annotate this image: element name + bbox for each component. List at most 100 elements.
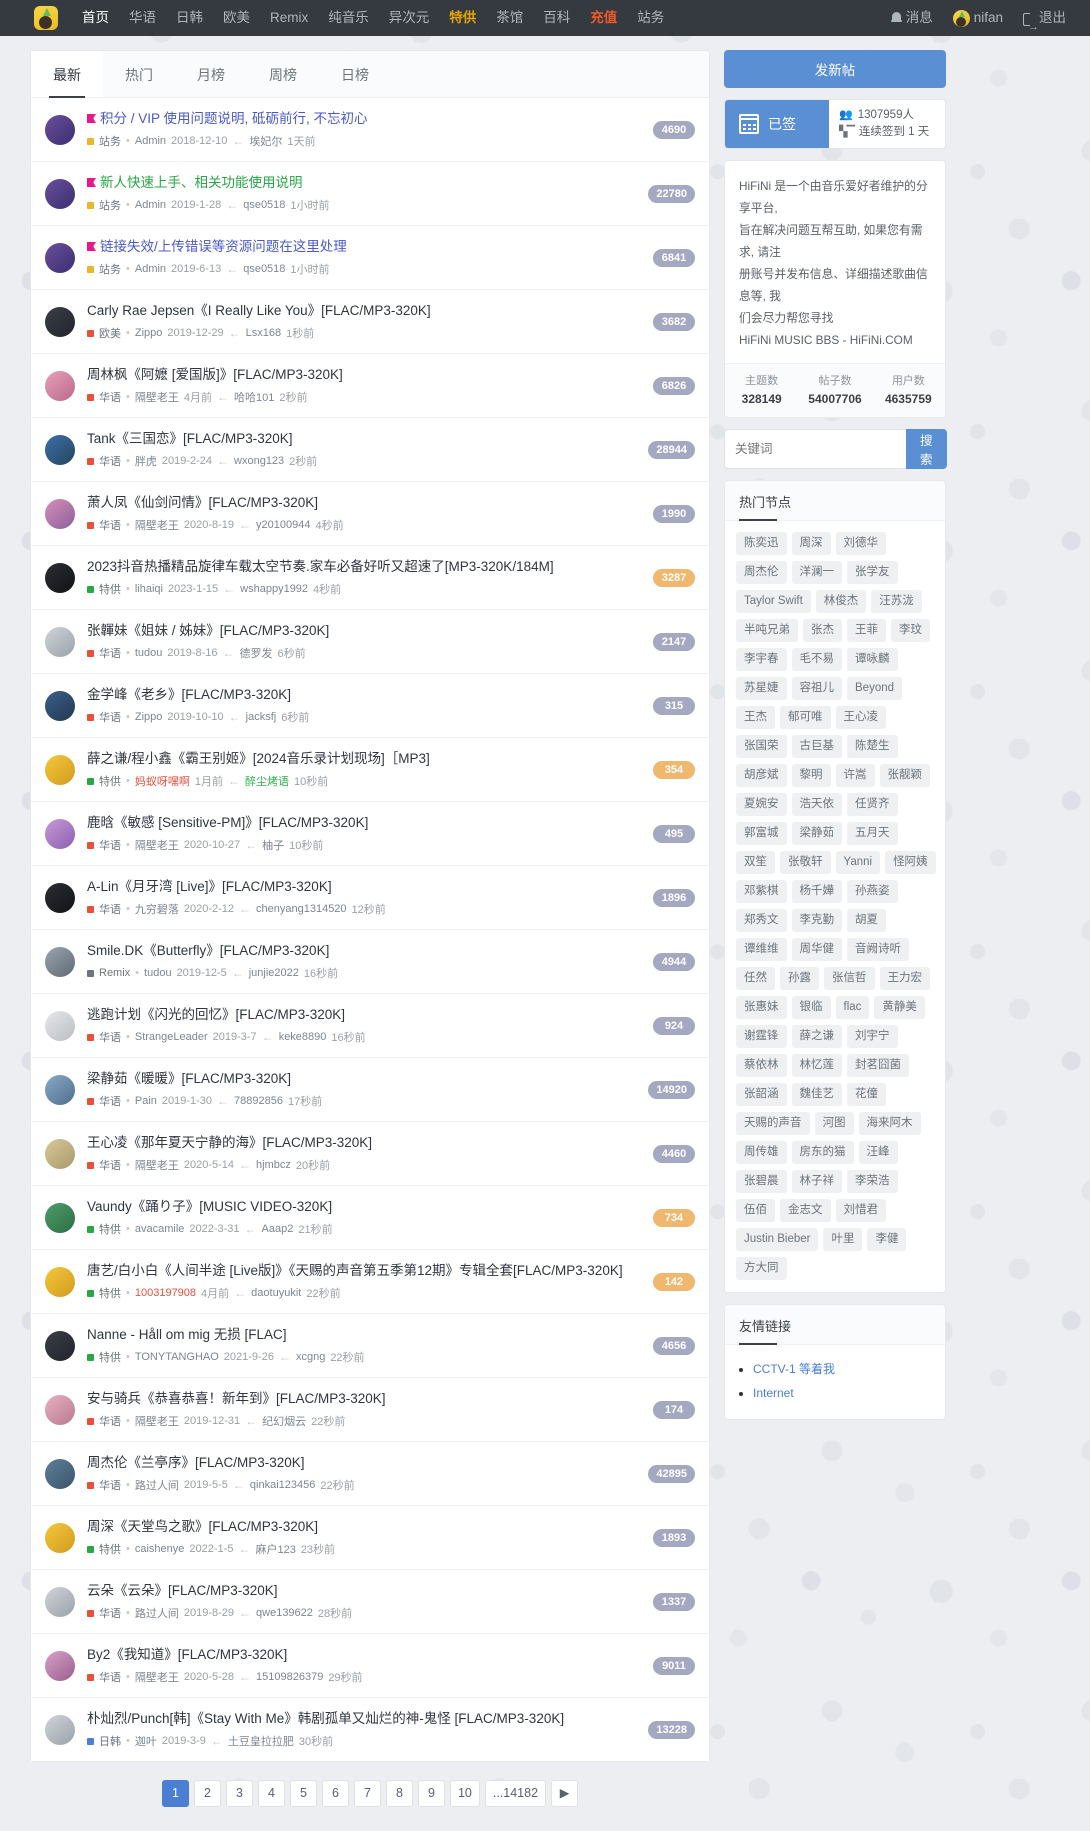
hot-node-tag-37[interactable]: Yanni <box>835 851 881 874</box>
hot-node-tag-56[interactable]: 谢霆锋 <box>736 1025 787 1048</box>
thread-title-link[interactable]: 2023抖音热播精品旋律车载太空节奏.家车必备好听又超速了[MP3-320K/1… <box>87 559 554 574</box>
author-link[interactable]: 隔壁老王 <box>135 517 179 533</box>
avatar[interactable] <box>45 242 75 273</box>
table-row[interactable]: 鹿晗《敏感 [Sensitive-PM]》[FLAC/MP3-320K] 华语 • 隔… <box>31 802 709 866</box>
hot-node-tag-73[interactable]: 李荣浩 <box>847 1170 898 1193</box>
category-link[interactable]: 欧美 <box>99 325 121 341</box>
thread-title-link[interactable]: By2《我知道》[FLAC/MP3-320K] <box>87 1647 287 1662</box>
hot-node-tag-59[interactable]: 蔡依林 <box>736 1054 787 1077</box>
last-replier-link[interactable]: qinkai123456 <box>250 1479 315 1491</box>
friend-link-0[interactable]: CCTV-1 等着我 <box>753 1362 835 1376</box>
hot-node-tag-55[interactable]: 黄静美 <box>874 996 925 1019</box>
hot-node-tag-30[interactable]: 浩天依 <box>791 793 842 816</box>
author-link[interactable]: 路过人间 <box>135 1477 179 1493</box>
author-link[interactable]: 隔壁老王 <box>135 389 179 405</box>
avatar[interactable] <box>45 434 75 465</box>
hot-node-tag-66[interactable]: 河图 <box>814 1112 854 1135</box>
table-row[interactable]: 萧人凤《仙剑问情》[FLAC/MP3-320K] 华语 • 隔壁老王 2020-8-19… <box>31 482 709 546</box>
author-link[interactable]: avacamile <box>135 1223 185 1235</box>
author-link[interactable]: 迦叶 <box>135 1733 157 1749</box>
last-replier-link[interactable]: 纪幻烟云 <box>262 1413 306 1429</box>
last-replier-link[interactable]: jacksfj <box>246 711 277 723</box>
table-row[interactable]: 薛之谦/程小鑫《霸王别姬》[2024音乐录计划现场]［MP3] 特供 • 妈蚁呀嘿啊 1… <box>31 738 709 802</box>
hot-node-tag-23[interactable]: 古巨基 <box>791 735 842 758</box>
nav-link-8[interactable]: 茶馆 <box>486 0 533 36</box>
last-replier-link[interactable]: junjie2022 <box>249 967 299 979</box>
hot-node-tag-20[interactable]: 郁可唯 <box>780 706 831 729</box>
hot-node-tag-15[interactable]: 谭咏麟 <box>847 648 898 671</box>
new-post-button[interactable]: 发新帖 <box>724 50 946 88</box>
hot-node-tag-10[interactable]: 张杰 <box>803 619 842 642</box>
table-row[interactable]: 逃跑计划《闪光的回忆》[FLAC/MP3-320K] 华语 • StrangeLead… <box>31 994 709 1058</box>
last-replier-link[interactable]: 柚子 <box>262 837 284 853</box>
hot-node-tag-69[interactable]: 房东的猫 <box>791 1141 854 1164</box>
hot-node-tag-50[interactable]: 张信哲 <box>824 967 875 990</box>
hot-node-tag-60[interactable]: 林忆莲 <box>791 1054 842 1077</box>
table-row[interactable]: Vaundy《踊り子》[MUSIC VIDEO-320K] 特供 • avacamil… <box>31 1186 709 1250</box>
hot-node-tag-19[interactable]: 王杰 <box>736 706 775 729</box>
avatar[interactable] <box>45 818 75 849</box>
page-link-10[interactable]: ...14182 <box>484 1780 547 1807</box>
nav-link-0[interactable]: 首页 <box>72 0 119 36</box>
author-link[interactable]: 隔壁老王 <box>135 1157 179 1173</box>
avatar[interactable] <box>45 1010 75 1041</box>
hot-node-tag-18[interactable]: Beyond <box>847 677 903 700</box>
avatar[interactable] <box>45 882 75 913</box>
hot-node-tag-72[interactable]: 林子祥 <box>791 1170 842 1193</box>
tab-2[interactable]: 月榜 <box>175 51 247 97</box>
avatar[interactable] <box>45 1458 75 1489</box>
hot-node-tag-38[interactable]: 怪阿姨 <box>885 851 936 874</box>
hot-node-tag-51[interactable]: 王力宏 <box>879 967 930 990</box>
signin-button[interactable]: 已签 <box>725 100 829 148</box>
avatar[interactable] <box>45 178 75 209</box>
avatar[interactable] <box>45 754 75 785</box>
author-link[interactable]: Zippo <box>135 327 163 339</box>
hot-node-tag-45[interactable]: 谭维维 <box>736 938 787 961</box>
category-link[interactable]: 华语 <box>99 709 121 725</box>
hot-node-tag-14[interactable]: 毛不易 <box>791 648 842 671</box>
nav-link-3[interactable]: 欧美 <box>213 0 260 36</box>
hot-node-tag-17[interactable]: 容祖儿 <box>791 677 842 700</box>
thread-title-link[interactable]: Carly Rae Jepsen《I Really Like You》[FLAC… <box>87 303 431 318</box>
nav-link-10[interactable]: 充值 <box>580 0 627 36</box>
hot-node-tag-65[interactable]: 天赐的声音 <box>736 1112 810 1135</box>
table-row[interactable]: By2《我知道》[FLAC/MP3-320K] 华语 • 隔壁老王 2020-5-28 ←… <box>31 1634 709 1698</box>
hot-node-tag-67[interactable]: 海来阿木 <box>858 1112 921 1135</box>
avatar[interactable] <box>45 1138 75 1169</box>
hot-node-tag-33[interactable]: 梁静茹 <box>791 822 842 845</box>
category-link[interactable]: 华语 <box>99 1605 121 1621</box>
author-link[interactable]: 隔壁老王 <box>135 1669 179 1685</box>
hot-node-tag-64[interactable]: 花僮 <box>847 1083 886 1106</box>
hot-node-tag-3[interactable]: 周杰伦 <box>736 561 787 584</box>
last-replier-link[interactable]: 埃妃尔 <box>249 133 282 149</box>
nav-link-2[interactable]: 日韩 <box>166 0 213 36</box>
hot-node-tag-44[interactable]: 胡夏 <box>847 909 886 932</box>
thread-title-link[interactable]: 张韗妹《姐妹 / 姊妹》[FLAC/MP3-320K] <box>87 623 329 638</box>
avatar[interactable] <box>45 370 75 401</box>
tab-3[interactable]: 周榜 <box>247 51 319 97</box>
table-row[interactable]: 2023抖音热播精品旋律车载太空节奏.家车必备好听又超速了[MP3-320K/1… <box>31 546 709 610</box>
table-row[interactable]: Carly Rae Jepsen《I Really Like You》[FLAC… <box>31 290 709 354</box>
table-row[interactable]: 金学峰《老乡》[FLAC/MP3-320K] 华语 • Zippo 2019-10-10… <box>31 674 709 738</box>
page-link-0[interactable]: 1 <box>161 1780 189 1807</box>
next-page-button[interactable]: ▶ <box>551 1780 579 1807</box>
logout-link[interactable]: 退出 <box>1015 0 1074 45</box>
tab-0[interactable]: 最新 <box>31 51 103 98</box>
hot-node-tag-46[interactable]: 周华健 <box>791 938 842 961</box>
nav-link-9[interactable]: 百科 <box>533 0 580 36</box>
hot-node-tag-42[interactable]: 郑秀文 <box>736 909 787 932</box>
thread-title-link[interactable]: 鹿晗《敏感 [Sensitive-PM]》[FLAC/MP3-320K] <box>87 815 368 830</box>
hot-node-tag-47[interactable]: 音阙诗听 <box>847 938 909 961</box>
hot-node-tag-79[interactable]: 李健 <box>867 1228 907 1251</box>
avatar[interactable] <box>45 946 75 977</box>
page-link-9[interactable]: 10 <box>449 1780 480 1807</box>
avatar[interactable] <box>45 1394 75 1425</box>
site-logo-icon[interactable] <box>34 6 58 30</box>
hot-node-tag-70[interactable]: 汪峰 <box>858 1141 898 1164</box>
page-link-7[interactable]: 8 <box>385 1780 413 1807</box>
nav-link-1[interactable]: 华语 <box>119 0 166 36</box>
thread-title-link[interactable]: 薛之谦/程小鑫《霸王别姬》[2024音乐录计划现场]［MP3] <box>87 751 430 766</box>
hot-node-tag-0[interactable]: 陈奕迅 <box>736 532 787 555</box>
search-input[interactable] <box>724 429 906 469</box>
category-link[interactable]: 华语 <box>99 1477 121 1493</box>
